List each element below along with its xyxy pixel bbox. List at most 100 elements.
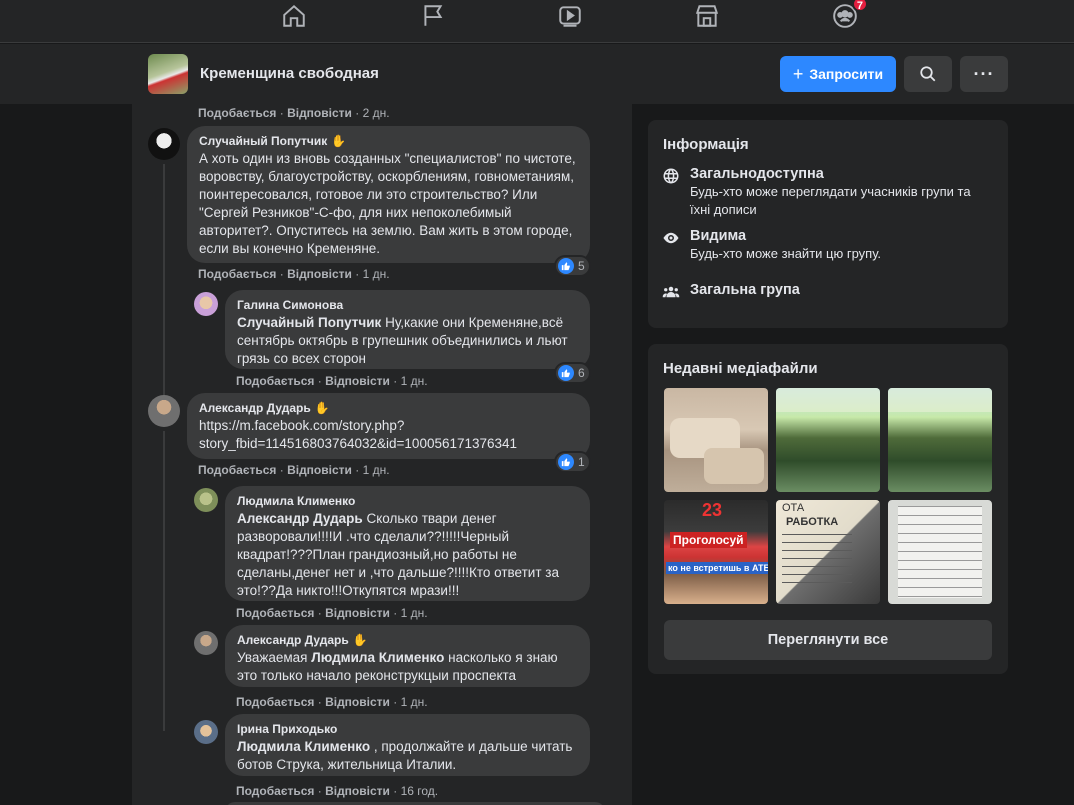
reactions-count[interactable]: 1 [556,453,589,471]
mention-link[interactable]: Александр Дударь [237,511,363,526]
reply-link[interactable]: Відповісти [325,606,390,620]
info-group-type: Загальна група [662,282,800,301]
comment-time[interactable]: 1 дн. [401,695,428,709]
pages-flag-icon[interactable] [418,2,448,30]
see-all-button[interactable]: Переглянути все [664,620,992,660]
media-grid: 23 Проголосуй ко не встретишь в АТБ ОТА … [664,388,992,604]
privacy-title: Загальнодоступна [690,166,824,182]
visibility-title: Видима [690,228,747,244]
like-reaction-icon [558,365,574,381]
more-options-button[interactable]: ··· [960,56,1008,92]
privacy-description: Будь-хто може переглядати учасників груп… [690,184,971,217]
avatar[interactable] [148,395,180,427]
comment-bubble: Александр Дударь ✋ Уважаемая Людмила Клим… [225,625,590,687]
like-link[interactable]: Подобається [198,106,276,120]
reply-link[interactable]: Відповісти [287,267,352,281]
reply-link[interactable]: Відповісти [325,784,390,798]
comment-time[interactable]: 1 дн. [401,606,428,620]
like-link[interactable]: Подобається [198,267,276,281]
info-privacy: Загальнодоступна Будь-хто може перегляда… [662,166,990,219]
search-button[interactable] [904,56,952,92]
avatar[interactable] [148,128,180,160]
info-visibility: Видима Будь-хто може знайти цю групу. [662,228,881,263]
media-thumbnail[interactable]: ОТА РАБОТКА [776,500,880,604]
comment-time[interactable]: 1 дн. [363,267,390,281]
group-title[interactable]: Кременщина свободная [200,65,379,82]
comment-actions: Подобається · Відповісти · 1 дн. [236,374,428,388]
reply-link[interactable]: Відповісти [287,463,352,477]
like-link[interactable]: Подобається [236,374,314,388]
group-header: Кременщина свободная + Запросити ··· [0,44,1074,104]
group-type-title: Загальна група [690,282,800,298]
about-card: Інформація Загальнодоступна Будь-хто мож… [648,120,1008,328]
comment-text: Александр Дударь Сколько твари денег раз… [237,511,559,598]
comment-link[interactable]: https://m.facebook.com/story.php? story_f… [199,417,578,453]
recent-media-title: Недавні медіафайли [663,360,818,377]
thread-line [163,164,165,404]
comment-time[interactable]: 16 год. [401,784,439,798]
watch-video-icon[interactable] [555,2,585,30]
comment-bubble: Галина Симонова Случайный Попутчик Ну,ка… [225,290,590,369]
comment-actions: Подобається · Відповісти · 16 год. [236,784,439,798]
reply-link[interactable]: Відповісти [325,374,390,388]
invite-label: Запросити [809,66,884,82]
comment-time[interactable]: 1 дн. [401,374,428,388]
notification-badge: 7 [851,0,868,12]
media-thumbnail[interactable]: 23 Проголосуй ко не встретишь в АТБ [664,500,768,604]
reply-link[interactable]: Відповісти [287,106,352,120]
comment-author[interactable]: Александр Дударь [199,401,311,415]
mention-link[interactable]: Случайный Попутчик [237,315,381,330]
reactions-count[interactable]: 6 [556,364,589,382]
like-link[interactable]: Подобається [236,784,314,798]
comment-bubble: Случайный Попутчик ✋ А хоть один из вновь… [187,126,590,263]
comment-time[interactable]: 2 дн. [363,106,390,120]
comment-time[interactable]: 1 дн. [363,463,390,477]
comment-text: Уважаемая Людмила Клименко насколько я з… [237,650,558,683]
wave-icon: ✋ [352,633,368,647]
reactions-count[interactable]: 5 [556,257,589,275]
home-icon[interactable] [279,2,309,30]
recent-media-card: Недавні медіафайли 23 Проголосуй ко не в… [648,344,1008,674]
comment-actions: Подобається · Відповісти · 2 дн. [198,106,390,120]
wave-icon: ✋ [314,401,330,415]
comment-text: Людмила Клименко , продолжайте и дальше … [237,739,573,772]
avatar[interactable] [194,631,218,655]
avatar[interactable] [194,720,218,744]
comment-actions: Подобається · Відповісти · 1 дн. [236,606,428,620]
people-icon [662,286,680,298]
comment-actions: Подобається · Відповісти · 1 дн. [198,267,390,281]
media-thumbnail[interactable] [776,388,880,492]
visibility-description: Будь-хто може знайти цю групу. [690,246,882,261]
reply-link[interactable]: Відповісти [325,695,390,709]
comments-feed: Подобається · Відповісти · 2 дн. Случайн… [132,104,632,805]
mention-link[interactable]: Людмила Клименко [237,739,370,754]
avatar[interactable] [194,292,218,316]
more-dots-icon: ··· [973,63,995,84]
globe-icon [663,168,679,184]
avatar[interactable] [194,488,218,512]
marketplace-icon[interactable] [692,2,722,30]
media-thumbnail[interactable] [888,388,992,492]
comment-bubble: Ірина Приходько Людмила Клименко , продо… [225,714,590,776]
like-reaction-icon [558,454,574,470]
about-title: Інформація [663,136,749,153]
like-link[interactable]: Подобається [198,463,276,477]
top-navigation: 7 [0,0,1074,43]
comment-bubble: Людмила Клименко Александр Дударь Скольк… [225,486,590,601]
comment-author[interactable]: Александр Дударь [237,633,349,647]
comment-actions: Подобається · Відповісти · 1 дн. [198,463,390,477]
comment-text: А хоть один из вновь созданных "специали… [199,151,576,256]
mention-link[interactable]: Людмила Клименко [311,650,444,665]
invite-button[interactable]: + Запросити [780,56,896,92]
thread-line [163,431,165,731]
like-link[interactable]: Подобається [236,695,314,709]
like-link[interactable]: Подобається [236,606,314,620]
media-thumbnail[interactable] [888,500,992,604]
group-cover-thumbnail[interactable] [148,54,188,94]
comment-author[interactable]: Случайный Попутчик [199,134,327,148]
comment-author[interactable]: Галина Симонова [237,298,343,312]
comment-author[interactable]: Ірина Приходько [237,722,337,736]
media-thumbnail[interactable] [664,388,768,492]
comment-author[interactable]: Людмила Клименко [237,494,355,508]
groups-icon[interactable]: 7 [830,0,868,30]
